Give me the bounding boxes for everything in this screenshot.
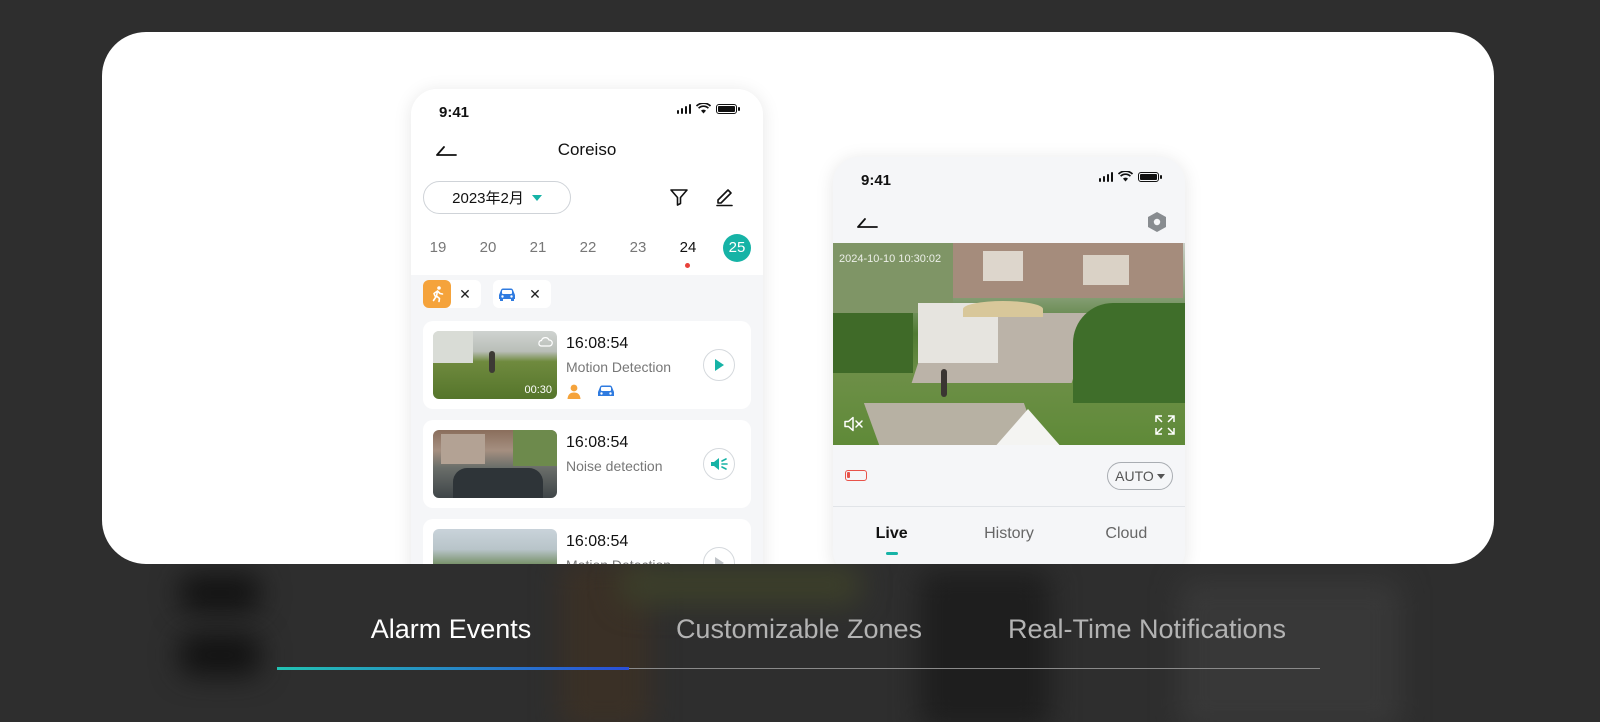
video-timestamp: 2024-10-10 10:30:02 (839, 253, 942, 265)
active-tab-indicator (277, 667, 629, 670)
alarm-events-phone: 9:41 Coreiso 2023年2月 19 20 21 22 23 24 2… (411, 89, 763, 564)
play-button[interactable] (703, 349, 735, 381)
event-thumbnail[interactable] (433, 529, 557, 564)
vehicle-filter-chip[interactable]: ✕ (493, 280, 551, 308)
status-bar: 9:41 (411, 89, 763, 133)
live-video-feed[interactable]: 2024-10-10 10:30:02 (833, 243, 1185, 445)
tab-customizable-zones[interactable]: Customizable Zones (625, 614, 973, 645)
day-item[interactable]: 23 (623, 234, 653, 262)
day-item[interactable]: 19 (423, 234, 453, 262)
settings-icon[interactable] (1147, 211, 1167, 233)
signal-icon (676, 103, 691, 114)
battery-icon (1138, 171, 1162, 182)
close-icon[interactable]: ✕ (527, 286, 543, 303)
background-blur-block (180, 575, 260, 611)
signal-icon (1098, 171, 1113, 182)
event-card[interactable]: 16:08:54 Noise detection (423, 420, 751, 508)
play-button[interactable] (703, 547, 735, 564)
event-time: 16:08:54 (566, 533, 629, 550)
background-blur-block (620, 565, 860, 605)
tab-cloud[interactable]: Cloud (1068, 508, 1185, 564)
status-icons (676, 103, 740, 114)
feature-preview-card: 9:41 Coreiso 2023年2月 19 20 21 22 23 24 2… (102, 32, 1494, 564)
event-card[interactable]: 00:30 16:08:54 Motion Detection (423, 321, 751, 409)
filter-chips: ✕ ✕ (423, 280, 551, 308)
speaker-icon (711, 458, 728, 470)
nav-bar (833, 201, 1185, 243)
video-duration: 00:30 (524, 384, 552, 396)
day-item-has-events[interactable]: 24 (673, 234, 703, 268)
fullscreen-icon[interactable] (1155, 415, 1175, 435)
filter-icon[interactable] (669, 187, 689, 207)
battery-icon (716, 103, 740, 114)
wifi-icon (1118, 171, 1133, 182)
play-icon (715, 557, 724, 564)
sound-button[interactable] (703, 448, 735, 480)
edit-icon[interactable] (714, 186, 735, 207)
video-controls: AUTO (833, 445, 1185, 507)
tab-history[interactable]: History (950, 508, 1067, 564)
status-time: 9:41 (861, 172, 892, 189)
page-title: Coreiso (557, 140, 617, 159)
wifi-icon (696, 103, 711, 114)
view-tabs: Live History Cloud (833, 508, 1185, 564)
battery-low-icon (845, 470, 867, 481)
quality-label: AUTO (1115, 468, 1154, 484)
event-type: Motion Detection (566, 359, 672, 375)
live-view-phone: 9:41 2024-10-10 10:30:02 AUTO Live Histo… (833, 157, 1185, 564)
car-icon (598, 385, 614, 396)
background-blur-block (180, 635, 260, 675)
event-time: 16:08:54 (566, 434, 629, 451)
status-icons (1098, 171, 1162, 182)
play-icon (715, 359, 724, 371)
month-label: 2023年2月 (452, 190, 524, 207)
date-strip: 19 20 21 22 23 24 25 (423, 233, 751, 268)
status-bar: 9:41 (833, 157, 1185, 201)
car-icon (493, 280, 521, 308)
event-card[interactable]: 16:08:54 Motion Detection (423, 519, 751, 564)
event-time: 16:08:54 (566, 335, 629, 352)
feature-tabs: Alarm Events Customizable Zones Real-Tim… (277, 600, 1320, 670)
event-tags (566, 383, 616, 399)
person-icon (567, 384, 581, 399)
cloud-icon (538, 337, 553, 347)
person-filter-chip[interactable]: ✕ (423, 280, 481, 308)
tab-live[interactable]: Live (833, 508, 950, 564)
caret-down-icon (531, 194, 542, 201)
event-type: Noise detection (566, 458, 663, 474)
quality-selector[interactable]: AUTO (1107, 462, 1173, 490)
event-thumbnail[interactable] (433, 430, 557, 498)
caret-down-icon (1156, 473, 1165, 479)
event-type: Motion Detection (566, 557, 671, 564)
event-thumbnail[interactable]: 00:30 (433, 331, 557, 399)
back-arrow-icon[interactable] (857, 215, 879, 229)
day-item[interactable]: 21 (523, 234, 553, 262)
day-item-selected[interactable]: 25 (723, 234, 751, 262)
status-time: 9:41 (439, 104, 470, 121)
month-selector[interactable]: 2023年2月 (423, 181, 571, 214)
day-item[interactable]: 20 (473, 234, 503, 262)
tab-alarm-events[interactable]: Alarm Events (277, 614, 625, 645)
close-icon[interactable]: ✕ (457, 286, 473, 303)
mute-icon[interactable] (843, 415, 865, 433)
running-person-icon (423, 280, 451, 308)
day-item[interactable]: 22 (573, 234, 603, 262)
tab-real-time-notifications[interactable]: Real-Time Notifications (973, 614, 1321, 645)
